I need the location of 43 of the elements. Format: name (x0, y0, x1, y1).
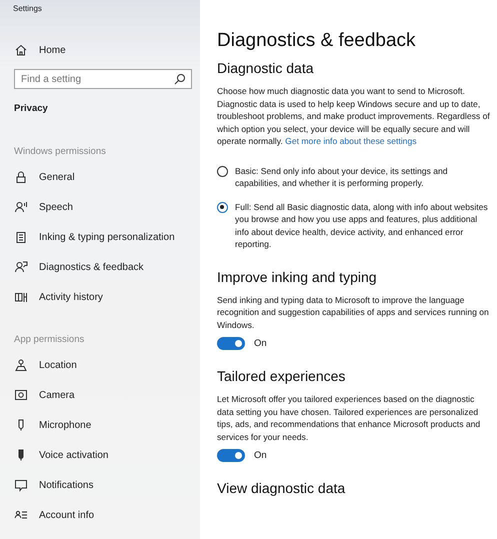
clipboard-icon (14, 230, 28, 244)
sidebar-item[interactable]: Inking & typing personalization (8, 222, 192, 252)
search-field[interactable]: Find a setting (14, 69, 192, 89)
option-label: Full: Send all Basic diagnostic data, along with info about websites you browse and how you use apps and features, plus additional info about device health, device activity, and enhanced error reporting. (235, 200, 489, 250)
person-feedback-icon (14, 260, 28, 274)
sidebar-item[interactable]: Camera (8, 380, 192, 410)
toggle-switch[interactable] (217, 337, 245, 350)
toggle-switch[interactable] (217, 449, 245, 462)
page-title: Diagnostics & feedback (217, 30, 417, 52)
radio-button[interactable] (217, 166, 228, 176)
home-link[interactable]: Home (8, 35, 192, 65)
section-heading: Tailored experiences (217, 368, 346, 384)
window-title: Settings (12, 3, 43, 15)
sidebar-item[interactable]: Voice activation (8, 440, 192, 470)
option-label: Basic: Send only info about your device, its settings and capabilities, and whether it is performing properly. (235, 164, 449, 190)
sidebar-item[interactable]: Account info (8, 500, 192, 530)
home-icon (14, 43, 28, 57)
lock-icon (14, 170, 28, 184)
timeline-icon (14, 290, 28, 304)
section-heading: Improve inking and typing (217, 268, 378, 284)
search-icon (173, 72, 187, 86)
sidebar-item[interactable]: General (8, 162, 192, 192)
toggle-label: On (254, 450, 267, 461)
camera-icon (14, 388, 28, 402)
info-link[interactable]: Get more info about these settings (285, 136, 417, 146)
description-text: Send inking and typing data to Microsoft to improve the language recognition and suggestion capabilities of apps and services running on Windows. (217, 294, 490, 331)
description-text: Choose how much diagnostic data you want to send to Microsoft. Diagnostic data is used to help keep Windows secure and up to date, troubleshoot problems, and make product improvements. Regardless of which option you select, your device will be equally secure and will operate normally. Get more info about these settings (217, 85, 491, 148)
group-heading: Windows permissions (14, 145, 107, 157)
section-title: Privacy (14, 103, 49, 114)
group-heading: App permissions (14, 333, 86, 345)
sidebar-item[interactable]: Diagnostics & feedback (8, 252, 192, 282)
sidebar-item[interactable]: Location (8, 350, 192, 380)
sidebar-item[interactable]: Activity history (8, 282, 192, 312)
radio-button[interactable] (217, 202, 228, 212)
toggle-label: On (254, 338, 267, 349)
section-heading: View diagnostic data (217, 480, 346, 496)
speech-bubble-icon (14, 478, 28, 492)
description-text: Let Microsoft offer you tailored experiences based on the diagnostic data setting you have chosen. Tailored experiences are personalized tips, ads, and recommendations that enhance Microsoft products and services for your needs. (217, 393, 482, 443)
sidebar-item[interactable]: Speech (8, 192, 192, 222)
person-speech-icon (14, 200, 28, 214)
sidebar-item[interactable]: Microphone (8, 410, 192, 440)
sidebar-item[interactable]: Notifications (8, 470, 192, 500)
section-heading: Diagnostic data (217, 60, 315, 76)
